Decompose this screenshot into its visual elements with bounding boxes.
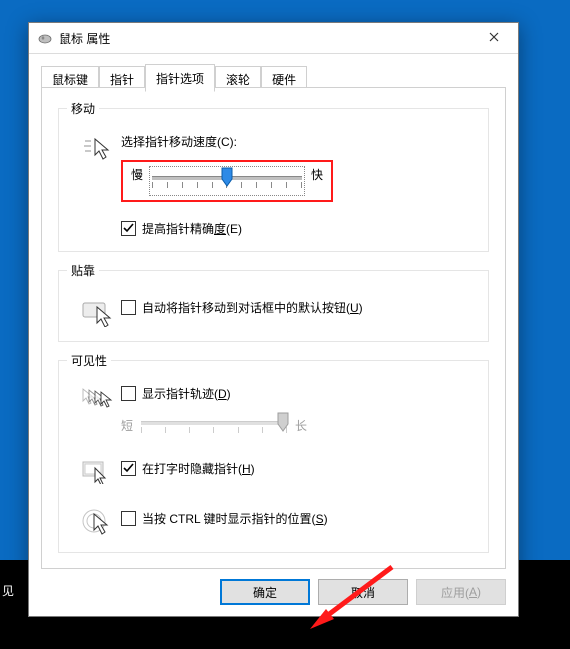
checkbox-icon bbox=[121, 461, 136, 476]
apply-button: 应用(A) bbox=[416, 579, 506, 605]
checkbox-icon bbox=[121, 386, 136, 401]
ctrl-locate-label: 当按 CTRL 键时显示指针的位置(S) bbox=[142, 510, 328, 527]
speed-highlight-box: 慢 bbox=[121, 160, 333, 202]
trails-length-slider bbox=[139, 412, 289, 438]
pointer-speed-slider[interactable] bbox=[149, 166, 305, 196]
mouse-properties-dialog: 鼠标 属性 鼠标键指针指针选项滚轮硬件 移动 bbox=[28, 22, 519, 617]
close-button[interactable] bbox=[474, 24, 514, 52]
speed-slow-label: 慢 bbox=[131, 166, 143, 196]
dialog-content: 鼠标键指针指针选项滚轮硬件 移动 选择指针移 bbox=[29, 54, 518, 617]
show-trails-label: 显示指针轨迹(D) bbox=[142, 385, 231, 402]
enhance-precision-label: 提高指针精确度(E) bbox=[142, 220, 242, 237]
title-bar: 鼠标 属性 bbox=[29, 23, 518, 54]
tab-pointer-options[interactable]: 指针选项 bbox=[145, 64, 215, 92]
checkbox-icon bbox=[121, 511, 136, 526]
trails-long-label: 长 bbox=[295, 417, 307, 434]
cancel-button[interactable]: 取消 bbox=[318, 579, 408, 605]
pointer-speed-icon bbox=[81, 135, 113, 165]
group-motion-legend: 移动 bbox=[67, 100, 99, 117]
ok-button[interactable]: 确定 bbox=[220, 579, 310, 605]
tab-panel-pointer-options: 移动 选择指针移动速度(C): bbox=[41, 87, 506, 569]
group-visibility-legend: 可见性 bbox=[67, 352, 111, 369]
tab-strip: 鼠标键指针指针选项滚轮硬件 bbox=[41, 64, 506, 88]
group-snap: 贴靠 自动将指针移动到对话框中的默认按钮(U) bbox=[58, 270, 489, 342]
dialog-button-row: 确定 取消 应用(A) bbox=[220, 579, 506, 605]
speed-fast-label: 快 bbox=[311, 166, 323, 196]
show-trails-checkbox[interactable]: 显示指针轨迹(D) bbox=[121, 385, 474, 402]
group-snap-legend: 贴靠 bbox=[67, 262, 99, 279]
hide-while-typing-label: 在打字时隐藏指针(H) bbox=[142, 460, 255, 477]
window-title: 鼠标 属性 bbox=[59, 30, 474, 47]
hide-while-typing-icon bbox=[81, 458, 113, 488]
trails-short-label: 短 bbox=[121, 417, 133, 434]
ctrl-locate-icon bbox=[81, 508, 113, 538]
pointer-trails-icon bbox=[81, 387, 113, 417]
group-motion: 移动 选择指针移动速度(C): bbox=[58, 108, 489, 252]
pointer-speed-label: 选择指针移动速度(C): bbox=[121, 133, 474, 150]
mouse-icon bbox=[37, 33, 53, 43]
backdrop-label: 见 bbox=[2, 582, 14, 599]
hide-while-typing-checkbox[interactable]: 在打字时隐藏指针(H) bbox=[121, 460, 474, 477]
snap-to-icon bbox=[81, 297, 113, 327]
snap-to-default-checkbox[interactable]: 自动将指针移动到对话框中的默认按钮(U) bbox=[121, 299, 474, 316]
ctrl-locate-checkbox[interactable]: 当按 CTRL 键时显示指针的位置(S) bbox=[121, 510, 474, 527]
checkbox-icon bbox=[121, 221, 136, 236]
group-visibility: 可见性 bbox=[58, 360, 489, 553]
enhance-precision-checkbox[interactable]: 提高指针精确度(E) bbox=[121, 220, 474, 237]
snap-to-default-label: 自动将指针移动到对话框中的默认按钮(U) bbox=[142, 299, 363, 316]
checkbox-icon bbox=[121, 300, 136, 315]
close-icon bbox=[489, 31, 499, 45]
